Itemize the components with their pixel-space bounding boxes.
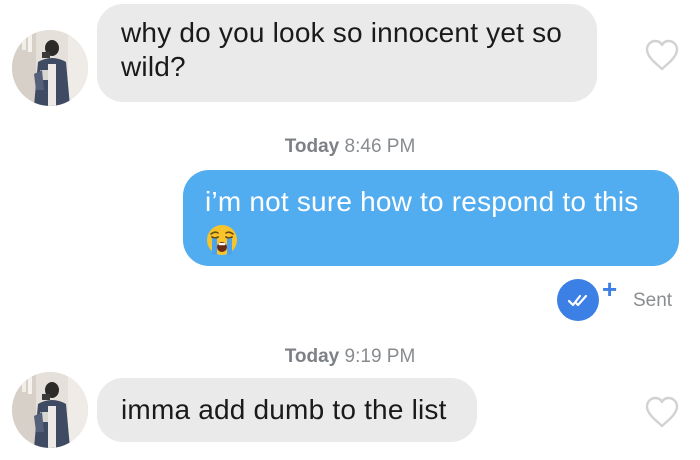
message-text: why do you look so innocent yet so wild? <box>121 17 563 82</box>
timestamp: Today 9:19 PM <box>0 346 700 368</box>
heart-outline-icon[interactable] <box>643 395 681 429</box>
message-text: i’m not sure how to respond to this <box>205 186 639 217</box>
read-receipt-button[interactable] <box>557 279 599 321</box>
timestamp-day: Today <box>284 136 340 157</box>
avatar[interactable] <box>12 372 88 448</box>
timestamp-time: 9:19 PM <box>344 346 416 367</box>
message-bubble-incoming[interactable]: imma add dumb to the list <box>97 378 477 442</box>
heart-outline-icon[interactable] <box>643 38 681 72</box>
timestamp-day: Today <box>284 346 340 367</box>
loudly-crying-face-icon <box>207 225 237 255</box>
message-text: imma add dumb to the list <box>121 394 447 425</box>
profile-photo <box>12 372 88 448</box>
sent-status: Sent <box>633 290 673 311</box>
add-reaction-plus[interactable]: + <box>602 276 617 302</box>
timestamp: Today 8:46 PM <box>0 136 700 158</box>
avatar[interactable] <box>12 30 88 106</box>
profile-photo <box>12 30 88 106</box>
double-check-icon <box>567 294 588 307</box>
message-bubble-incoming[interactable]: why do you look so innocent yet so wild? <box>97 4 597 102</box>
message-bubble-outgoing[interactable]: i’m not sure how to respond to this <box>183 170 679 266</box>
timestamp-time: 8:46 PM <box>344 136 416 157</box>
